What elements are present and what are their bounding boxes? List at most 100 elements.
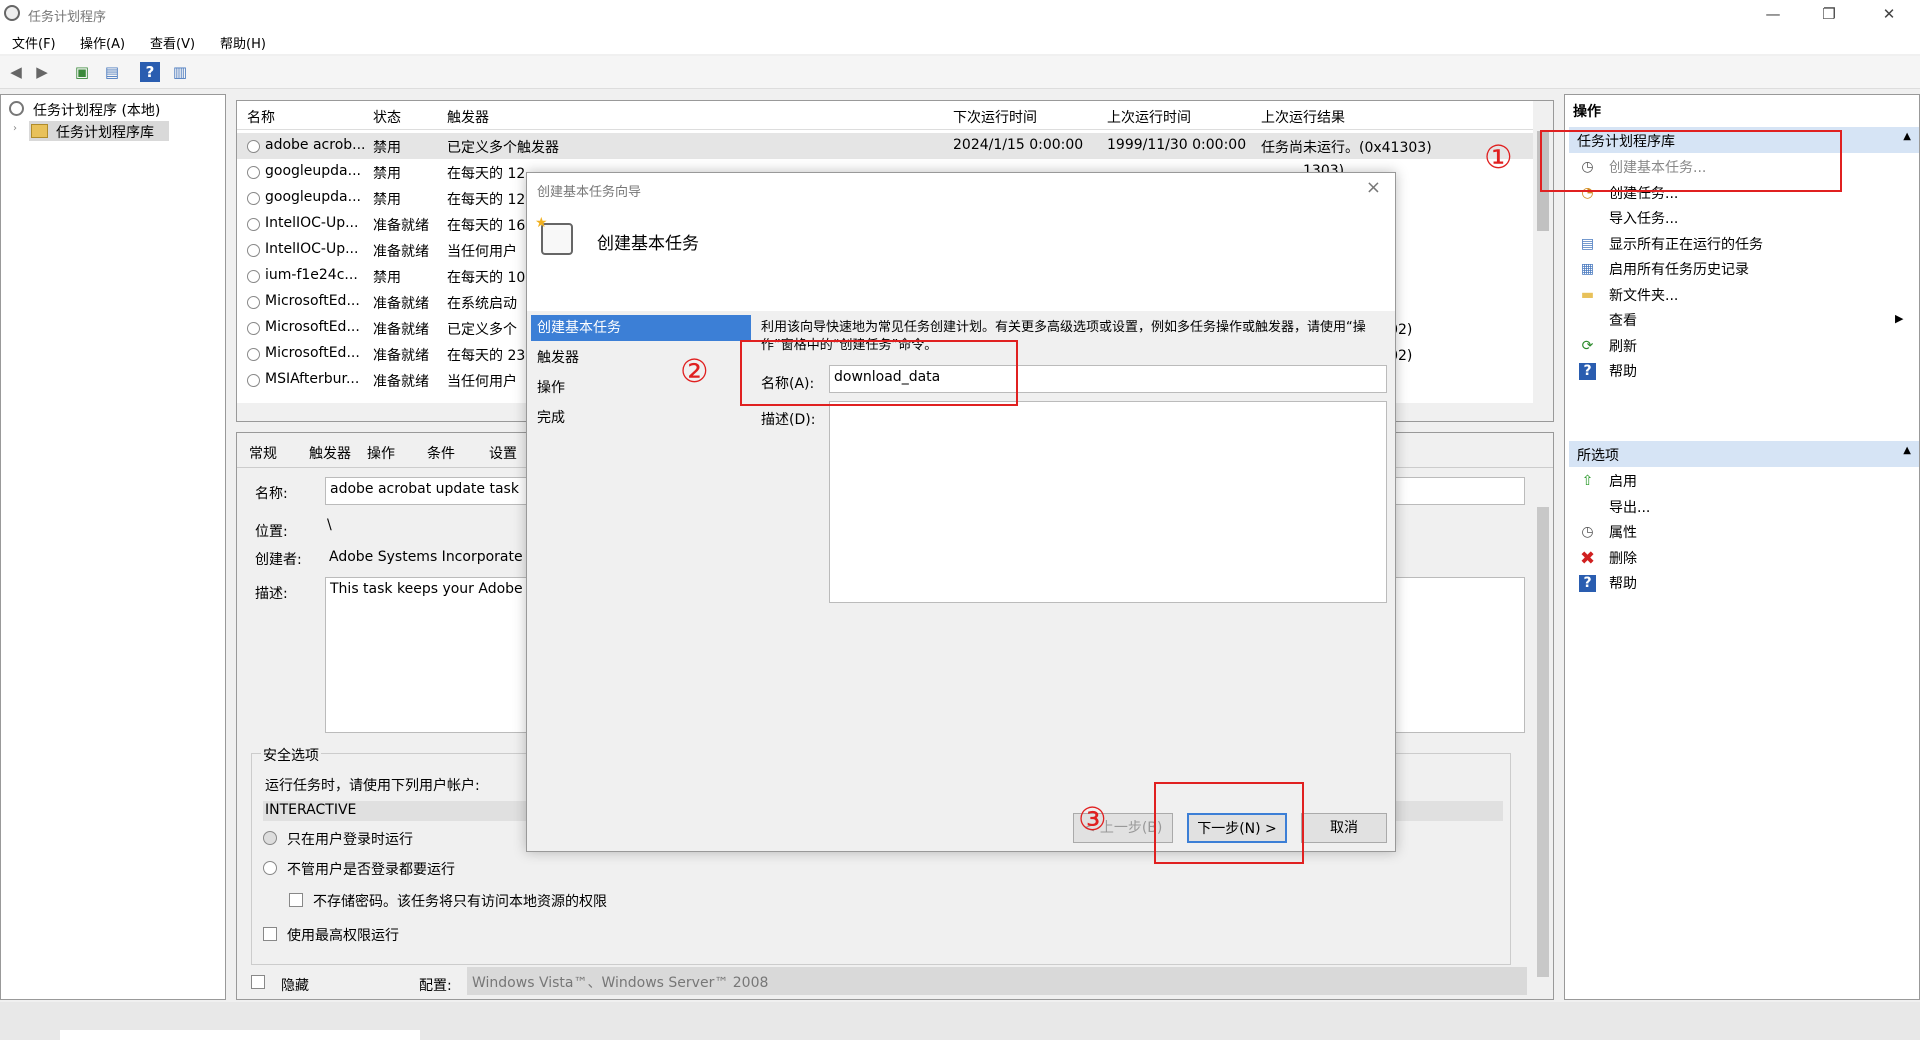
collapse-up-icon[interactable]: ▲	[1903, 131, 1911, 142]
detail-author-value: Adobe Systems Incorporate	[329, 549, 523, 565]
wizard-description-label: 描述(D):	[761, 412, 816, 428]
menu-file[interactable]: 文件(F)	[12, 33, 56, 52]
cell-trigger: 在每天的 12	[447, 166, 526, 182]
step-finish[interactable]: 完成	[531, 405, 751, 431]
menu-view[interactable]: 查看(V)	[150, 33, 195, 52]
history-icon: ▦	[1580, 261, 1595, 277]
checkbox-hidden-label: 隐藏	[281, 978, 309, 994]
radio-whether-logged-on[interactable]	[263, 861, 277, 875]
action-item[interactable]: 导入任务...	[1609, 208, 1678, 228]
help-icon[interactable]: ?	[140, 62, 160, 82]
menu-help[interactable]: 帮助(H)	[220, 33, 266, 52]
minimize-button[interactable]: —	[1750, 0, 1796, 28]
section-selected[interactable]: 所选项 ▲	[1569, 441, 1919, 467]
wizard-close-icon[interactable]: ×	[1366, 177, 1381, 198]
selected-action-item[interactable]: 导出...	[1609, 497, 1650, 517]
step-trigger[interactable]: 触发器	[531, 345, 751, 371]
radio-logged-on[interactable]	[263, 831, 277, 845]
checkbox-highest-privileges[interactable]	[263, 927, 277, 941]
cell-trigger: 在系统启动	[447, 296, 517, 312]
wizard-header: 创建基本任务向导 × ★ 创建基本任务	[527, 173, 1395, 311]
help-icon: ?	[1579, 575, 1596, 592]
detail-location-value: \	[327, 517, 332, 533]
section-selected-label: 所选项	[1577, 448, 1619, 464]
submenu-arrow-icon: ▶	[1895, 312, 1904, 325]
checkbox-no-store-password[interactable]	[289, 893, 303, 907]
up-folder-icon[interactable]: ▣	[72, 62, 92, 82]
tree-root[interactable]: 任务计划程序 (本地)	[33, 100, 160, 120]
column-name[interactable]: 名称	[247, 107, 275, 127]
cell-status: 准备就绪	[373, 348, 429, 364]
action-item[interactable]: 启用所有任务历史记录	[1609, 259, 1749, 279]
action-item[interactable]: 显示所有正在运行的任务	[1609, 234, 1763, 254]
cell-name: adobe acrob...	[265, 137, 366, 153]
delete-icon: ✖	[1579, 547, 1596, 569]
tab-triggers[interactable]: 触发器	[309, 443, 351, 463]
wizard-heading: 创建基本任务	[597, 234, 699, 254]
config-label: 配置:	[419, 978, 452, 994]
back-arrow-icon[interactable]: ◀	[6, 62, 26, 82]
tab-actions[interactable]: 操作	[367, 443, 395, 463]
column-next-run[interactable]: 下次运行时间	[953, 107, 1037, 127]
step-create-basic-task[interactable]: 创建基本任务	[531, 315, 751, 341]
cell-status: 准备就绪	[373, 218, 429, 234]
column-status[interactable]: 状态	[373, 107, 401, 127]
details-scrollbar-thumb[interactable]	[1537, 507, 1549, 977]
actions-title: 操作	[1573, 104, 1601, 120]
annotation-box-1	[1540, 130, 1842, 192]
help-icon: ?	[1579, 363, 1596, 380]
detail-author-label: 创建者:	[255, 552, 302, 568]
column-trigger[interactable]: 触发器	[447, 107, 489, 127]
selected-action-item[interactable]: 属性	[1609, 522, 1637, 542]
collapse-up-icon[interactable]: ▲	[1903, 445, 1911, 456]
cell-trigger: 已定义多个触发器	[447, 140, 559, 156]
action-item[interactable]: 查看	[1609, 310, 1637, 330]
selected-action-item[interactable]: 启用	[1609, 471, 1637, 491]
cell-status: 禁用	[373, 270, 401, 286]
selected-action-item[interactable]: 帮助	[1609, 573, 1637, 593]
show-hide-tree-icon[interactable]: ▤	[102, 62, 122, 82]
refresh-icon: ⟳	[1581, 337, 1594, 354]
cancel-button[interactable]: 取消	[1301, 813, 1387, 843]
selected-action-item[interactable]: 删除	[1609, 548, 1637, 568]
step-action[interactable]: 操作	[531, 375, 751, 401]
enable-icon: ⇧	[1581, 473, 1594, 489]
config-dropdown[interactable]: Windows Vista™、Windows Server™ 2008	[467, 967, 1527, 995]
cell-status: 禁用	[373, 166, 401, 182]
details-scrollbar[interactable]	[1533, 473, 1553, 999]
checkbox-highest-privileges-label: 使用最高权限运行	[287, 928, 399, 944]
detail-name-label: 名称:	[255, 486, 288, 502]
action-item[interactable]: 刷新	[1609, 336, 1637, 356]
wizard-description-input[interactable]	[829, 401, 1387, 603]
cell-last: 1999/11/30 0:00:00	[1107, 137, 1247, 153]
action-item[interactable]: 新文件夹...	[1609, 285, 1678, 305]
tab-conditions[interactable]: 条件	[427, 443, 455, 463]
header-divider	[237, 129, 1537, 130]
annotation-box-3	[1154, 782, 1304, 864]
chevron-right-icon[interactable]: ›	[13, 123, 17, 134]
cell-status: 准备就绪	[373, 322, 429, 338]
task-icon	[247, 374, 260, 387]
menu-bar: 文件(F) 操作(A) 查看(V) 帮助(H)	[0, 28, 1920, 54]
checkbox-hidden[interactable]	[251, 975, 265, 989]
maximize-button[interactable]: ❐	[1806, 0, 1852, 28]
running-tasks-icon: ▤	[1580, 235, 1595, 252]
run-as-label: 运行任务时，请使用下列用户帐户:	[265, 778, 480, 794]
close-button[interactable]: ✕	[1866, 0, 1912, 28]
table-row[interactable]: adobe acrob... 禁用 已定义多个触发器 2024/1/15 0:00:0…	[237, 133, 1537, 159]
column-last-run[interactable]: 上次运行时间	[1107, 107, 1191, 127]
tab-settings[interactable]: 设置	[489, 443, 517, 463]
task-scheduler-icon	[4, 5, 20, 21]
column-last-result[interactable]: 上次运行结果	[1261, 107, 1345, 127]
cell-trigger: 在每天的 10	[447, 270, 526, 286]
cell-status: 准备就绪	[373, 244, 429, 260]
wizard-window-title: 创建基本任务向导	[537, 185, 642, 200]
show-hide-action-pane-icon[interactable]: ▥	[170, 62, 190, 82]
action-item[interactable]: 帮助	[1609, 361, 1637, 381]
status-segment	[60, 1030, 420, 1040]
menu-action[interactable]: 操作(A)	[80, 33, 125, 52]
tree-library[interactable]: 任务计划程序库	[56, 122, 154, 142]
forward-arrow-icon[interactable]: ▶	[32, 62, 52, 82]
tab-general[interactable]: 常规	[249, 443, 277, 463]
annotation-label-3: ③	[1078, 800, 1107, 838]
